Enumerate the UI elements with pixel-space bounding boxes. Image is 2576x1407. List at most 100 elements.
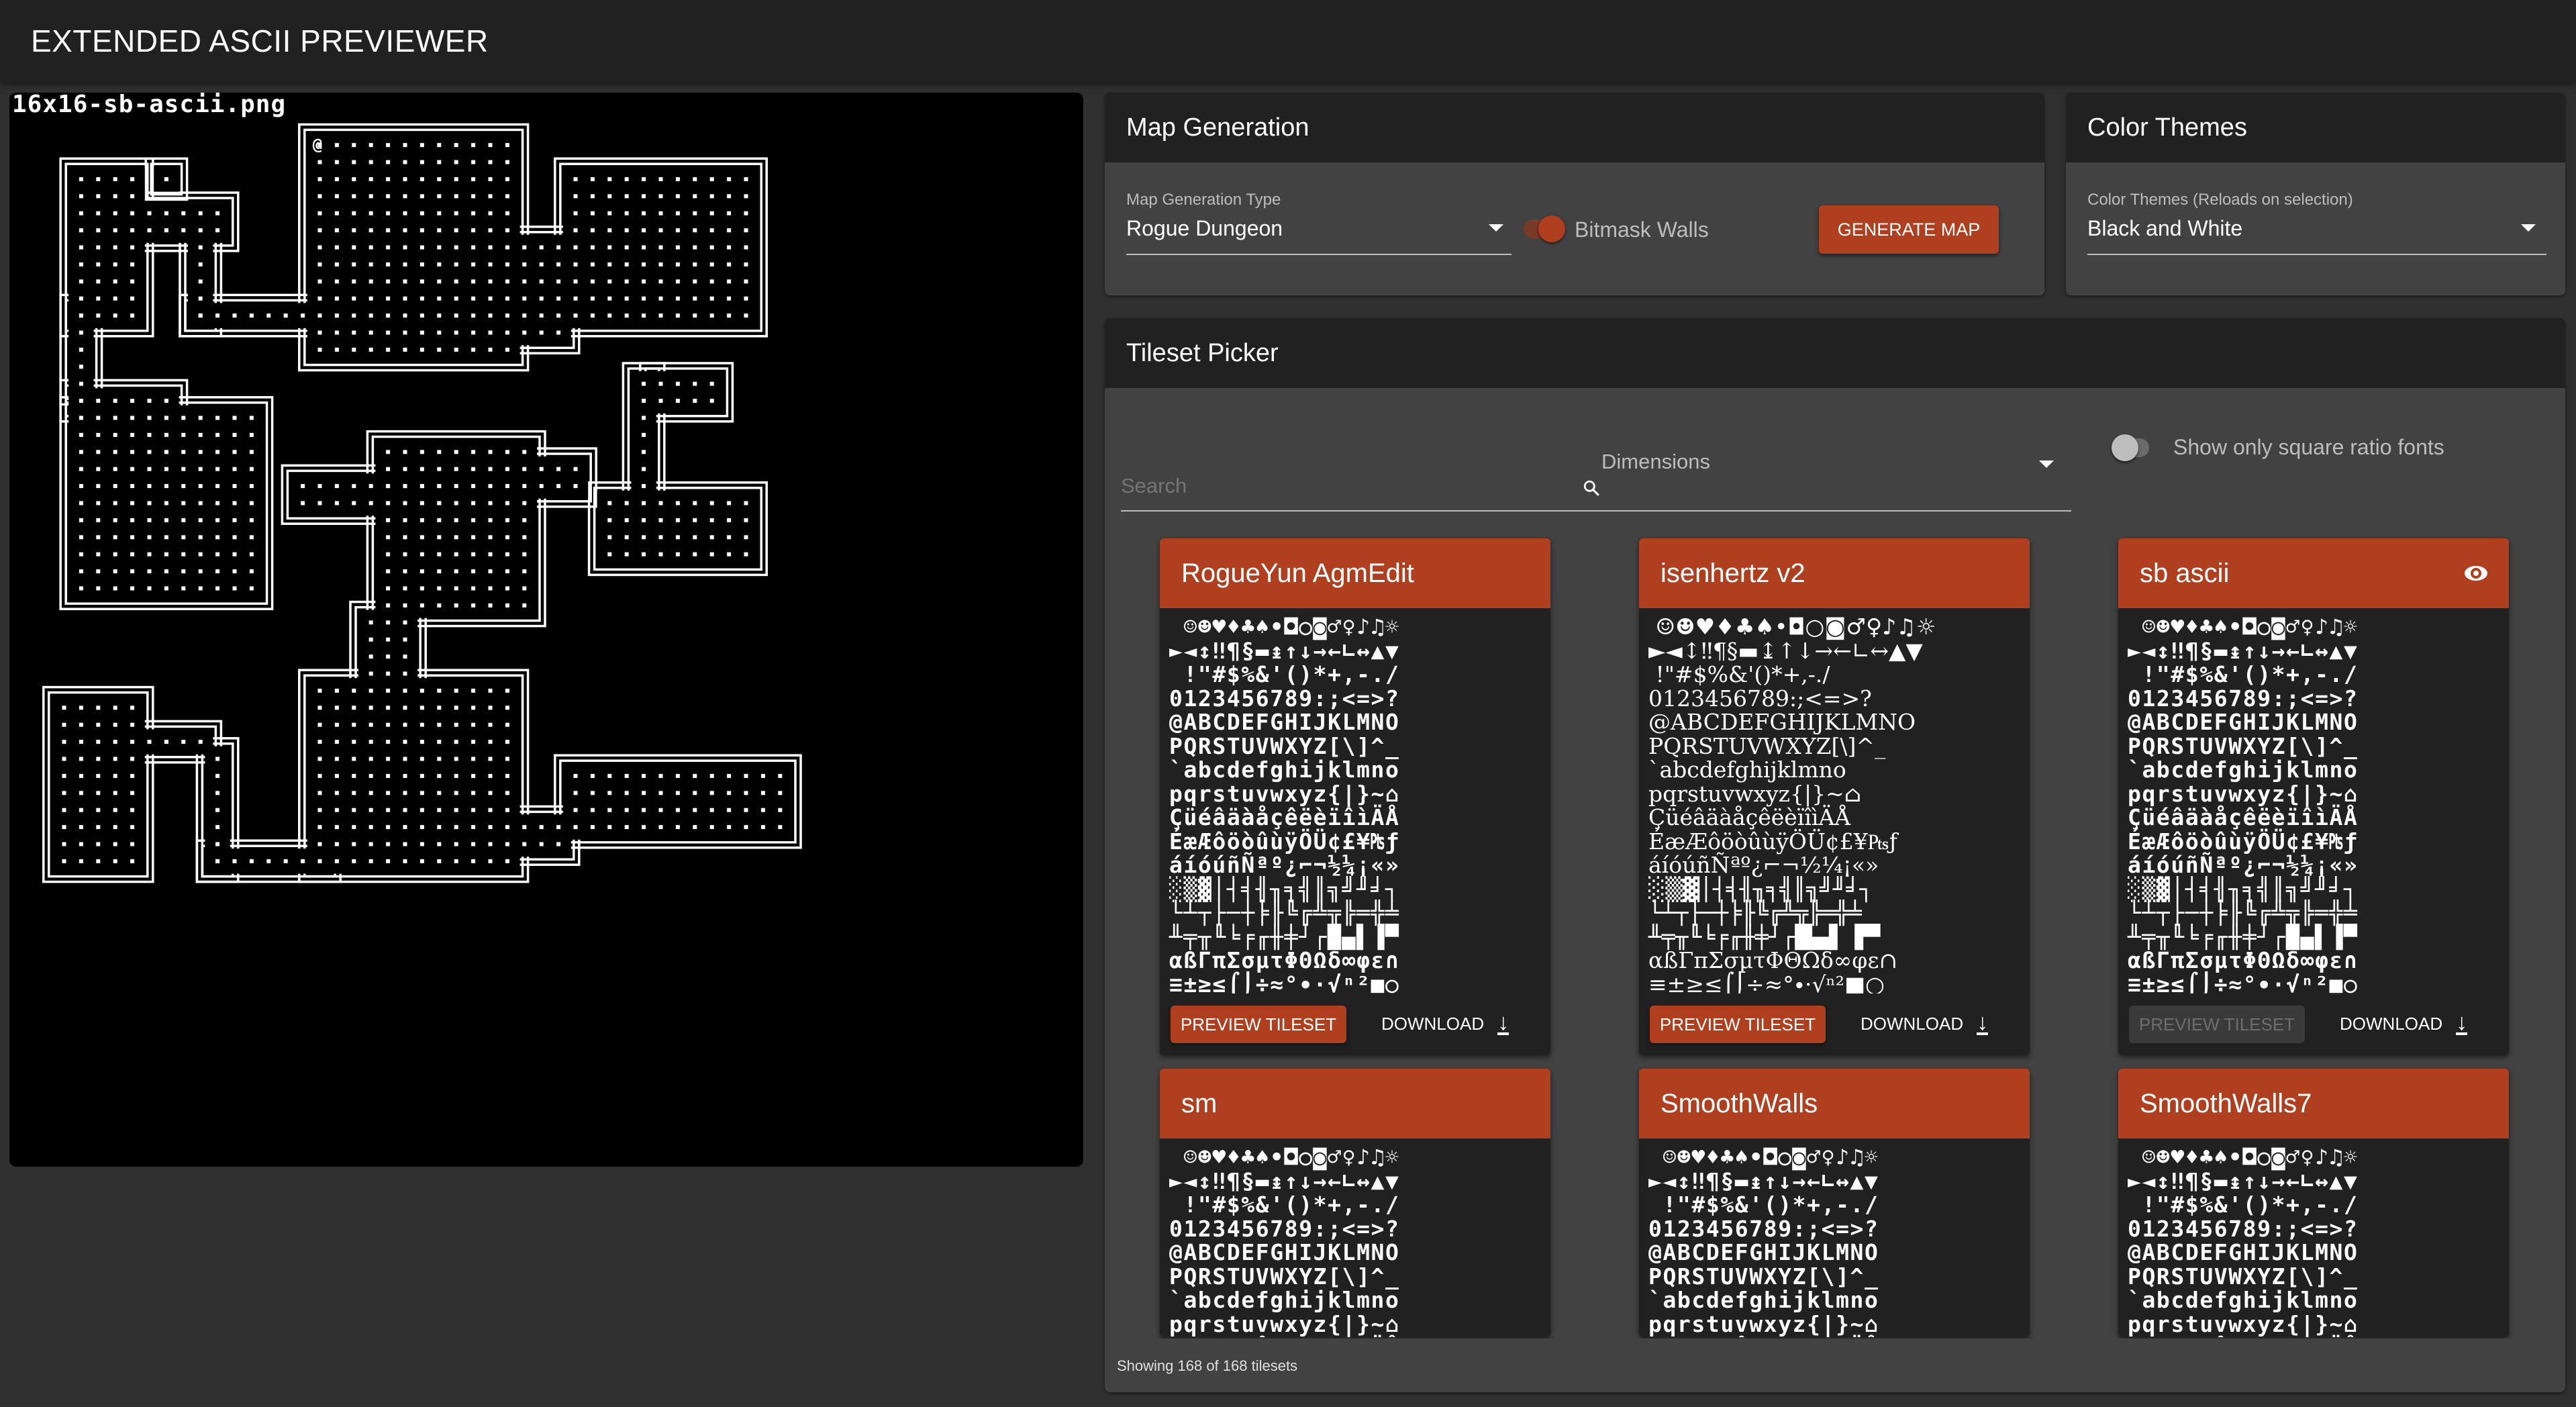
floor-tile xyxy=(693,228,697,233)
download-button[interactable]: DOWNLOAD ↓ xyxy=(2340,1011,2468,1035)
tileset-card[interactable]: sm ☺☻♥♦♣♠•◘○◙♂♀♪♫☼ ►◄↕‼¶§▬↨↑↓→←∟↔▲▼ !"#$… xyxy=(1160,1069,1550,1337)
floor-tile xyxy=(334,825,339,830)
floor-tile xyxy=(164,484,168,489)
floor-tile xyxy=(130,808,135,812)
floor-tile xyxy=(301,501,305,505)
floor-tile xyxy=(419,688,424,693)
floor-tile xyxy=(693,808,697,812)
floor-tile xyxy=(522,518,527,522)
floor-tile xyxy=(317,194,322,199)
tileset-name: sm xyxy=(1181,1088,1218,1118)
floor-tile xyxy=(113,569,117,574)
floor-tile xyxy=(386,740,391,744)
preview-tileset-button[interactable]: PREVIEW TILESET xyxy=(1171,1006,1346,1043)
tileset-card[interactable]: isenhertz v2 ☺☻♥♦♣♠•◘○◙♂♀♪♫☼ ►◄↕‼¶§▬↨↑↓→… xyxy=(1639,538,2030,1055)
color-theme-label: Color Themes (Reloads on selection) xyxy=(2087,191,2353,209)
tileset-card[interactable]: SmoothWalls7 ☺☻♥♦♣♠•◘○◙♂♀♪♫☼ ►◄↕‼¶§▬↨↑↓→… xyxy=(2118,1069,2509,1337)
tileset-picker-card: Tileset Picker Dimensions Show only squa… xyxy=(1105,318,2565,1392)
bitmask-walls-toggle[interactable]: Bitmask Walls xyxy=(1524,212,1718,246)
floor-tile xyxy=(522,450,527,454)
download-button[interactable]: DOWNLOAD ↓ xyxy=(1861,1011,1989,1035)
floor-tile xyxy=(96,859,101,863)
floor-tile xyxy=(96,842,101,846)
floor-tile xyxy=(62,859,66,863)
floor-tile xyxy=(96,552,101,556)
floor-tile xyxy=(522,279,527,284)
floor-tile xyxy=(624,552,629,556)
floor-tile xyxy=(573,245,578,250)
floor-tile xyxy=(539,484,544,489)
floor-tile xyxy=(266,313,271,318)
floor-tile xyxy=(727,279,732,284)
floor-tile xyxy=(113,484,117,489)
floor-tile xyxy=(113,432,117,437)
floor-tile xyxy=(352,773,356,778)
map-type-select[interactable]: Map Generation Type Rogue Dungeon xyxy=(1126,191,1512,255)
tileset-grid[interactable]: RogueYun AgmEdit ☺☻♥♦♣♠•◘○◙♂♀♪♫☼ ►◄↕‼¶§▬… xyxy=(1105,318,2565,1339)
floor-tile xyxy=(437,859,442,863)
floor-tile xyxy=(693,399,697,403)
map-preview[interactable]: @ 16x16-sb-ascii.png xyxy=(9,93,1083,1167)
floor-tile xyxy=(283,859,288,863)
floor-tile xyxy=(96,740,101,744)
floor-tile xyxy=(62,722,66,727)
floor-tile xyxy=(130,706,135,710)
floor-tile xyxy=(709,279,714,284)
floor-tile xyxy=(198,450,203,454)
floor-tile xyxy=(386,467,391,471)
floor-tile xyxy=(147,432,152,437)
floor-tile xyxy=(79,432,83,437)
floor-tile xyxy=(778,808,783,812)
floor-tile xyxy=(471,262,476,266)
floor-tile xyxy=(539,330,544,335)
floor-tile xyxy=(403,808,407,812)
tileset-card[interactable]: SmoothWalls ☺☻♥♦♣♠•◘○◙♂♀♪♫☼ ►◄↕‼¶§▬↨↑↓→←… xyxy=(1639,1069,2030,1337)
floor-tile xyxy=(368,808,373,812)
floor-tile xyxy=(403,450,407,454)
floor-tile xyxy=(488,330,493,335)
floor-tile xyxy=(727,245,732,250)
floor-tile xyxy=(386,143,391,148)
floor-tile xyxy=(658,808,663,812)
color-theme-select[interactable]: Color Themes (Reloads on selection) Blac… xyxy=(2087,191,2546,255)
floor-tile xyxy=(215,450,220,454)
tileset-glyph-preview: ☺☻♥♦♣♠•◘○◙♂♀♪♫☼ ►◄↕‼¶§▬↨↑↓→←∟↔▲▼ !"#$%&'… xyxy=(1169,614,1400,993)
floor-tile xyxy=(471,791,476,795)
floor-tile xyxy=(419,262,424,266)
floor-tile xyxy=(505,706,509,710)
floor-tile xyxy=(454,688,458,693)
floor-tile xyxy=(130,245,135,250)
floor-tile xyxy=(556,279,561,284)
floor-tile xyxy=(419,228,424,233)
floor-tile xyxy=(130,416,135,420)
floor-tile xyxy=(181,416,186,420)
preview-tileset-button[interactable]: PREVIEW TILESET xyxy=(1650,1006,1826,1043)
floor-tile xyxy=(130,296,135,301)
floor-tile xyxy=(403,706,407,710)
floor-tile xyxy=(471,603,476,608)
floor-tile xyxy=(437,791,442,795)
floor-tile xyxy=(334,484,339,489)
room-floor xyxy=(136,201,230,243)
floor-tile xyxy=(403,347,407,352)
floor-tile xyxy=(454,706,458,710)
floor-tile xyxy=(198,296,203,301)
floor-tile xyxy=(607,177,612,181)
floor-tile xyxy=(437,518,442,522)
download-button[interactable]: DOWNLOAD ↓ xyxy=(1381,1011,1509,1035)
floor-tile xyxy=(675,535,680,540)
floor-tile xyxy=(403,740,407,744)
tileset-card-header: SmoothWalls xyxy=(1639,1069,2030,1138)
floor-tile xyxy=(744,825,748,830)
tileset-card[interactable]: sb ascii ☺☻♥♦♣♠•◘○◙♂♀♪♫☼ ►◄↕‼¶§▬↨↑↓→←∟↔▲… xyxy=(2118,538,2509,1055)
floor-tile xyxy=(113,279,117,284)
floor-tile xyxy=(437,467,442,471)
floor-tile xyxy=(79,313,83,318)
floor-tile xyxy=(590,313,595,318)
preview-tileset-button[interactable]: PREVIEW TILESET xyxy=(2129,1006,2305,1043)
tileset-card[interactable]: RogueYun AgmEdit ☺☻♥♦♣♠•◘○◙♂♀♪♫☼ ►◄↕‼¶§▬… xyxy=(1160,538,1550,1055)
generate-map-button[interactable]: GENERATE MAP xyxy=(1819,205,1999,254)
floor-tile xyxy=(658,825,663,830)
floor-tile xyxy=(471,296,476,301)
floor-tile xyxy=(642,313,646,318)
